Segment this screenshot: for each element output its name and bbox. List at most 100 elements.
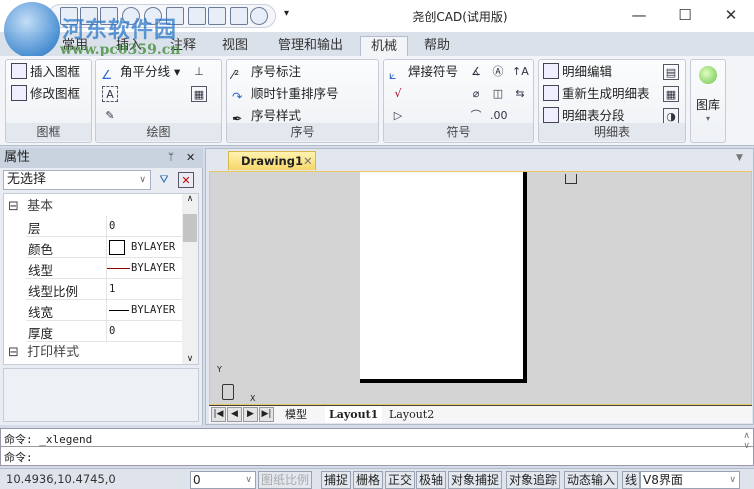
section-basic[interactable]: ⊟ 基本 <box>8 195 53 214</box>
tab-drawing1[interactable]: Drawing1 ✕ <box>228 151 316 170</box>
drawing-area: Drawing1 ✕ ▼ Y X |◀ ◀ ▶ ▶| 模型 Layout1 Lay… <box>205 148 754 425</box>
edit-note-icon[interactable]: ✎ <box>102 108 118 124</box>
hatch-text-icon[interactable]: A <box>102 86 118 102</box>
properties-header: 属性 ᛘ ✕ <box>0 148 203 168</box>
close-icon[interactable]: ✕ <box>303 152 313 170</box>
zoom-icon[interactable] <box>250 7 268 25</box>
drawing-canvas[interactable]: Y X <box>209 171 752 405</box>
bom-edit-label: 明细编辑 <box>562 64 613 79</box>
ortho-button[interactable]: 正交 <box>385 471 416 489</box>
layer-dropdown[interactable]: 0 ∨ <box>190 471 256 489</box>
lineweight-sample <box>109 310 129 311</box>
weld-symbol-button[interactable]: ⟀ 焊接符号 <box>389 62 458 82</box>
ui-mode-dropdown[interactable]: V8界面 ∨ <box>640 471 740 489</box>
tab-manage-output[interactable]: 管理和输出 <box>270 36 351 56</box>
command-input[interactable]: 命令: <box>4 449 33 465</box>
angle-symbol-icon[interactable]: ∡ <box>468 64 484 80</box>
roughness-icon[interactable]: √ <box>390 86 406 102</box>
command-window: 命令: _xlegend 命令: ∧ ∨ <box>0 428 754 466</box>
panel-label: 明细表 <box>539 123 685 141</box>
close-button[interactable]: ✕ <box>708 0 754 32</box>
table-icon[interactable]: ▤ <box>663 64 679 80</box>
prev-layout-button[interactable]: ◀ <box>227 407 242 422</box>
surface-icon[interactable]: ⌀ <box>468 86 484 102</box>
chevron-down-icon: ∨ <box>139 175 146 185</box>
last-layout-button[interactable]: ▶| <box>259 407 274 422</box>
tab-view[interactable]: 视图 <box>214 36 256 56</box>
polar-button[interactable]: 极轴 <box>416 471 447 489</box>
maximize-button[interactable]: ☐ <box>662 0 708 32</box>
ucs-y-label: Y <box>217 365 222 374</box>
prop-row[interactable]: 厚度 0 <box>26 321 184 342</box>
centerline-icon[interactable]: ⊥ <box>191 64 207 80</box>
tab-model[interactable]: 模型 <box>285 406 307 423</box>
status-bar: 10.4936,10.4745,0 0 ∨ 图纸比例 捕捉 栅格 正交 极轴 对象… <box>0 468 754 489</box>
library-button[interactable]: 图库 ▾ <box>690 59 726 143</box>
object-track-button[interactable]: 对象追踪 <box>506 471 561 489</box>
layout-icon[interactable] <box>188 7 206 25</box>
select-objects-icon[interactable]: ✕ <box>178 172 194 188</box>
dynamic-input-button[interactable]: 动态输入 <box>564 471 619 489</box>
lineweight-button[interactable]: 线 <box>622 471 641 489</box>
library-icon <box>699 66 717 84</box>
text-swap-icon[interactable]: ⇆ <box>512 86 528 102</box>
panel-draw: ∠ 角平分线 ▾ ⊥ A ▦ ✎ 绘图 <box>95 59 222 143</box>
close-icon[interactable]: ✕ <box>186 148 195 168</box>
balloon-icon[interactable]: ◑ <box>663 108 679 124</box>
section-print-style[interactable]: ⊟ 打印样式 <box>8 344 79 362</box>
pin-icon[interactable]: ᛘ <box>168 148 174 168</box>
regenerate-bom-icon <box>543 85 559 101</box>
taper-icon[interactable]: ▷ <box>390 108 406 124</box>
selection-dropdown[interactable]: 无选择 ∨ <box>3 170 151 190</box>
prop-value: 0 <box>106 321 115 341</box>
prop-key: 颜色 <box>28 242 54 257</box>
properties-panel: 属性 ᛘ ✕ 无选择 ∨ ⛛ ✕ ⊟ 基本 层0 颜色 BYLAYER 线型 BYLA… <box>0 148 203 425</box>
publish-icon[interactable] <box>230 7 248 25</box>
grid-button[interactable]: 栅格 <box>353 471 384 489</box>
reorder-serial-label: 顺时针重排序号 <box>251 86 339 101</box>
prop-row[interactable]: 线型比例 1 <box>26 279 184 300</box>
datum-icon[interactable]: Ⓐ <box>490 64 506 80</box>
property-scrollbar[interactable]: ∧ ∨ <box>182 194 198 364</box>
tab-mechanical[interactable]: 机械 <box>360 36 408 56</box>
tab-layout2[interactable]: Layout2 <box>389 406 434 423</box>
prop-row[interactable]: 线型 BYLAYER <box>26 258 184 279</box>
zoom-window-icon[interactable] <box>208 7 226 25</box>
grid-icon[interactable]: ▦ <box>663 86 679 102</box>
angle-bisector-button[interactable]: ∠ 角平分线 ▾ <box>101 62 180 82</box>
tab-help[interactable]: 帮助 <box>416 36 458 56</box>
insert-frame-button[interactable]: 插入图框 <box>11 62 80 82</box>
prop-value: 1 <box>106 279 115 299</box>
qat-more-button[interactable]: ▾ <box>284 8 289 19</box>
quick-select-filter-icon[interactable]: ⛛ <box>156 172 172 188</box>
chamfer-icon[interactable]: ⌒ <box>468 108 484 124</box>
panel-label: 序号 <box>227 123 378 141</box>
leader-icon[interactable]: ◫ <box>490 86 506 102</box>
command-scrollbar[interactable]: ∧ ∨ <box>743 431 750 451</box>
serial-label-button[interactable]: ⁄² 序号标注 <box>232 62 301 82</box>
tab-list-icon[interactable]: ▼ <box>736 153 743 163</box>
next-layout-button[interactable]: ▶ <box>243 407 258 422</box>
tab-layout1[interactable]: Layout1 <box>325 406 383 423</box>
regenerate-bom-button[interactable]: 重新生成明细表 <box>543 84 650 104</box>
snap-button[interactable]: 捕捉 <box>321 471 352 489</box>
minimize-button[interactable]: — <box>616 0 662 32</box>
prop-value: BYLAYER <box>106 258 175 278</box>
object-snap-button[interactable]: 对象捕捉 <box>448 471 503 489</box>
reorder-serial-button[interactable]: ↷ 顺时针重排序号 <box>232 84 339 104</box>
calculator-icon[interactable]: ▦ <box>191 86 207 102</box>
section-label: 打印样式 <box>27 345 80 360</box>
weld-symbol-icon: ⟀ <box>389 67 397 82</box>
modify-frame-button[interactable]: 修改图框 <box>11 84 80 104</box>
prop-row[interactable]: 线宽 BYLAYER <box>26 300 184 321</box>
prop-row[interactable]: 颜色 BYLAYER <box>26 237 184 258</box>
text-up-icon[interactable]: ↑A <box>512 64 529 80</box>
bom-edit-button[interactable]: 明细编辑 <box>543 62 612 82</box>
tolerance-icon[interactable]: .00 <box>490 108 508 124</box>
prop-row[interactable]: 层0 <box>26 216 184 237</box>
prop-key: 线型比例 <box>28 284 79 299</box>
window-title: 尧创CAD(试用版) <box>412 10 508 24</box>
first-layout-button[interactable]: |◀ <box>211 407 226 422</box>
paper-scale-button[interactable]: 图纸比例 <box>258 471 313 489</box>
coordinates-readout: 10.4936,10.4745,0 <box>6 472 116 486</box>
